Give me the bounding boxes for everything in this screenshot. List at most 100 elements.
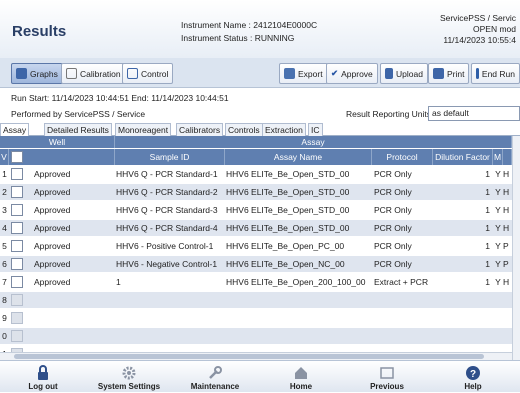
m-cell: Y xyxy=(495,205,501,215)
calibration-button[interactable]: Calibration xyxy=(61,63,126,84)
help-button[interactable]: ? Help xyxy=(430,361,516,393)
system-settings-button[interactable]: System Settings xyxy=(86,361,172,393)
m-cell xyxy=(494,310,502,326)
table-row[interactable]: 6 Approved HHV6 - Negative Control-1 HHV6 E… xyxy=(0,256,512,272)
scroll-thumb[interactable] xyxy=(14,354,484,359)
dilution-factor-header[interactable]: Dilution Factor xyxy=(433,149,493,165)
row-checkbox[interactable] xyxy=(11,240,23,252)
table-row[interactable]: 2 Approved HHV6 Q - PCR Standard-2 HHV6 ELI… xyxy=(0,184,512,200)
table-row[interactable]: 4 Approved HHV6 Q - PCR Standard-4 HHV6 ELI… xyxy=(0,220,512,236)
tab-monoreagent[interactable]: Monoreagent xyxy=(115,123,172,136)
protocol-header[interactable]: Protocol xyxy=(372,149,433,165)
row-checkbox[interactable] xyxy=(11,330,23,342)
assay-cell: HHV6 ELITe_Be_Open_200_100_00 xyxy=(226,277,366,287)
overflow-cell xyxy=(503,328,512,344)
lock-icon xyxy=(38,365,48,380)
row-checkbox[interactable] xyxy=(11,276,23,288)
m-cell: Y xyxy=(495,169,501,179)
overflow-cell: P xyxy=(503,241,509,251)
table-row[interactable]: 1 Approved HHV6 Q - PCR Standard-1 HHV6 ELI… xyxy=(0,166,512,182)
upload-icon xyxy=(385,68,393,79)
assay-cell: HHV6 ELITe_Be_Open_STD_00 xyxy=(226,223,350,233)
row-number: 1 xyxy=(2,169,7,179)
sample-cell: HHV6 Q - PCR Standard-4 xyxy=(116,223,218,233)
home-button[interactable]: Home xyxy=(258,361,344,393)
dilution-cell: 1 xyxy=(485,187,490,197)
m-cell xyxy=(494,292,502,308)
status-cell: Approved xyxy=(34,223,71,233)
tab-ic[interactable]: IC xyxy=(308,123,323,136)
overflow-cell: H xyxy=(503,187,510,197)
protocol-cell: PCR Only xyxy=(374,187,412,197)
row-checkbox[interactable] xyxy=(11,294,23,306)
export-button[interactable]: Export xyxy=(279,63,328,84)
logout-label: Log out xyxy=(28,382,58,391)
assay-cell xyxy=(226,292,373,308)
overflow-cell: H xyxy=(503,223,510,233)
protocol-cell xyxy=(374,310,434,326)
sample-id-header[interactable]: Sample ID xyxy=(115,149,225,165)
assay-cell xyxy=(226,328,373,344)
sample-cell xyxy=(116,292,226,308)
export-label: Export xyxy=(298,68,323,79)
graphs-button[interactable]: Graphs xyxy=(11,63,63,84)
tab-calibrators[interactable]: Calibrators xyxy=(176,123,224,136)
status-cell: Approved xyxy=(34,205,71,215)
table-row[interactable]: 7 Approved 1 HHV6 ELITe_Be_Open_200_100_00 E… xyxy=(0,274,512,290)
table-row[interactable]: 5 Approved HHV6 - Positive Control-1 HHV6 E… xyxy=(0,238,512,254)
row-checkbox[interactable] xyxy=(11,186,23,198)
tab-controls[interactable]: Controls xyxy=(225,123,263,136)
previous-screen-icon xyxy=(380,367,394,379)
row-checkbox[interactable] xyxy=(11,312,23,324)
assay-cell: HHV6 ELITe_Be_Open_STD_00 xyxy=(226,205,350,215)
print-button[interactable]: Print xyxy=(428,63,470,84)
protocol-cell: PCR Only xyxy=(374,259,412,269)
table-row[interactable]: 3 Approved HHV6 Q - PCR Standard-3 HHV6 ELI… xyxy=(0,202,512,218)
table-row[interactable]: 8 xyxy=(0,292,512,308)
sample-cell: HHV6 Q - PCR Standard-2 xyxy=(116,187,218,197)
protocol-cell: Extract + PCR xyxy=(374,277,429,287)
select-all-checkbox[interactable] xyxy=(11,151,23,163)
row-number: 9 xyxy=(2,313,7,323)
maintenance-button[interactable]: Maintenance xyxy=(172,361,258,393)
sample-cell xyxy=(116,310,226,326)
protocol-cell xyxy=(374,292,434,308)
calibration-label: Calibration xyxy=(80,68,121,79)
tab-assay[interactable]: Assay xyxy=(0,123,30,137)
user-info: ServicePSS / Servic OPEN mod 11/14/2023 … xyxy=(440,13,516,46)
instrument-name: Instrument Name : 2412104E0000C xyxy=(181,20,318,30)
control-button[interactable]: Control xyxy=(122,63,174,84)
row-checkbox[interactable] xyxy=(11,258,23,270)
toolbar: Graphs Calibration Control Export ✔ Appr… xyxy=(0,58,520,88)
header-bar: Results Instrument Name : 2412104E0000C … xyxy=(0,0,520,58)
checkmark-icon: ✔ xyxy=(331,68,339,78)
assay-name-header[interactable]: Assay Name xyxy=(225,149,372,165)
row-number: 2 xyxy=(2,187,7,197)
row-checkbox[interactable] xyxy=(11,204,23,216)
previous-button[interactable]: Previous xyxy=(344,361,430,393)
sample-cell: HHV6 - Negative Control-1 xyxy=(116,259,218,269)
vertical-scrollbar[interactable] xyxy=(512,136,520,360)
horizontal-scrollbar[interactable] xyxy=(0,352,512,360)
help-label: Help xyxy=(464,382,482,391)
tab-extraction[interactable]: Extraction xyxy=(262,123,306,136)
status-column-header[interactable]: V xyxy=(0,149,9,165)
approve-button[interactable]: ✔ Approve xyxy=(326,63,378,84)
wrench-icon xyxy=(209,366,222,379)
sample-cell xyxy=(116,328,226,344)
m-cell: Y xyxy=(495,223,501,233)
logout-button[interactable]: Log out xyxy=(0,361,86,393)
dilution-cell: 1 xyxy=(485,241,490,251)
tab-detailed-results[interactable]: Detailed Results xyxy=(44,123,112,136)
result-units-select[interactable]: as default xyxy=(428,106,520,121)
upload-button[interactable]: Upload xyxy=(380,63,428,84)
row-checkbox[interactable] xyxy=(11,168,23,180)
table-row[interactable]: 0 xyxy=(0,328,512,344)
table-row[interactable]: 9 xyxy=(0,310,512,326)
m-column-header[interactable]: M xyxy=(493,149,503,165)
control-icon xyxy=(127,68,138,79)
row-checkbox[interactable] xyxy=(11,222,23,234)
protocol-cell: PCR Only xyxy=(374,205,412,215)
end-run-button[interactable]: End Run xyxy=(471,63,520,84)
protocol-cell: PCR Only xyxy=(374,223,412,233)
